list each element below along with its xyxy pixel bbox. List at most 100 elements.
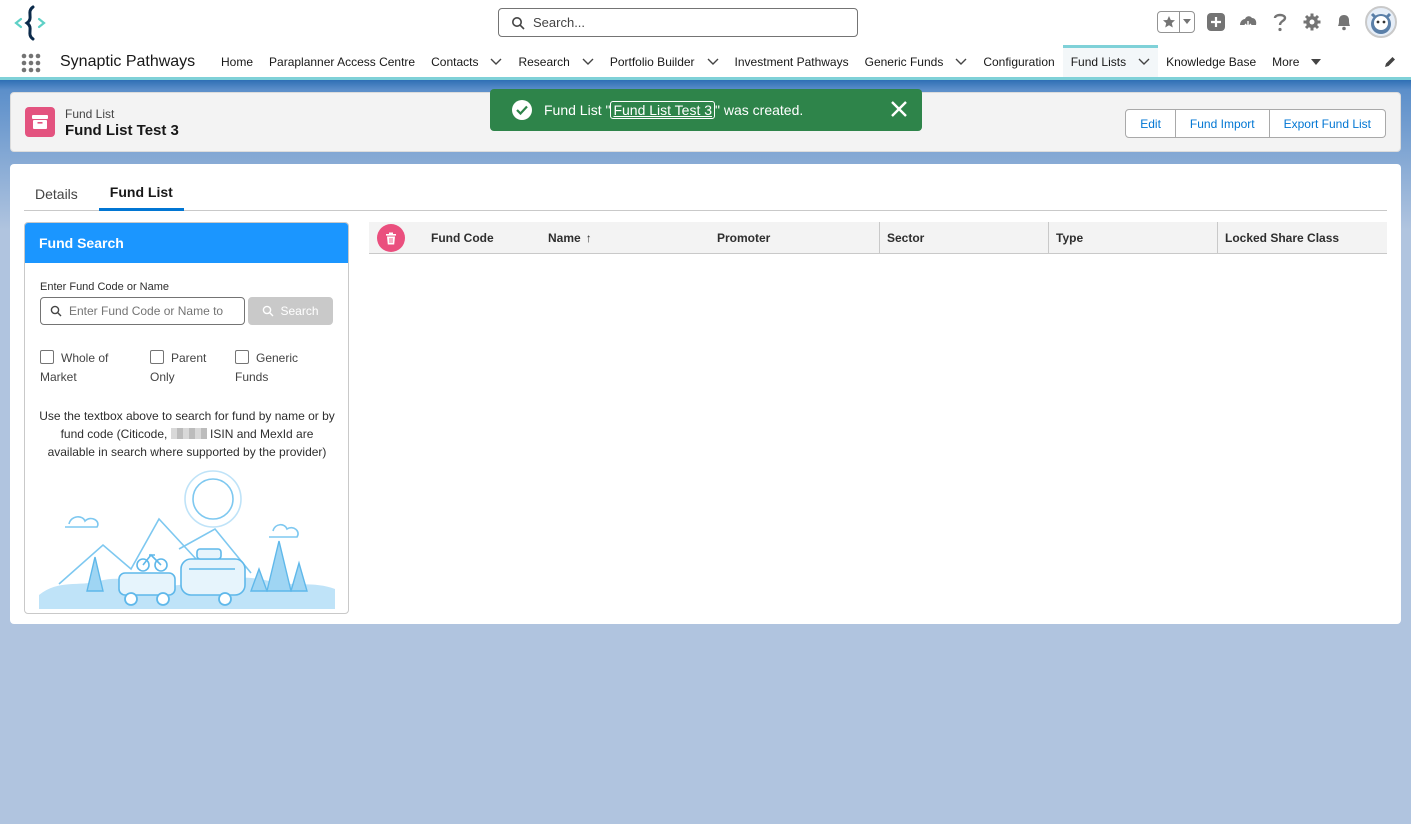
- chevron-down-icon[interactable]: [490, 56, 502, 68]
- column-header-type[interactable]: Type: [1048, 222, 1083, 254]
- chevron-down-icon[interactable]: [955, 56, 967, 68]
- chevron-down-icon[interactable]: [1138, 56, 1150, 68]
- column-header-label: Name: [548, 231, 581, 245]
- nav-item-knowledge-base[interactable]: Knowledge Base: [1158, 46, 1264, 77]
- edit-pencil-icon[interactable]: [1383, 55, 1397, 69]
- app-logo-icon[interactable]: [12, 4, 48, 42]
- chevron-down-icon[interactable]: [707, 56, 719, 68]
- nav-item-investment-pathways[interactable]: Investment Pathways: [727, 46, 857, 77]
- fund-list-record-icon: [25, 107, 55, 137]
- checkbox-box[interactable]: [150, 350, 164, 364]
- fund-search-help-text: Use the textbox above to search for fund…: [39, 407, 335, 461]
- export-fund-list-button[interactable]: Export Fund List: [1269, 109, 1386, 138]
- column-header-label: Type: [1056, 231, 1084, 245]
- help-icon[interactable]: [1269, 11, 1291, 33]
- favorites-button[interactable]: [1157, 11, 1195, 33]
- toast-message: Fund List " Fund List Test 3 " was created…: [544, 101, 803, 119]
- whole-of-market-checkbox[interactable]: Whole of Market: [40, 349, 150, 387]
- notification-bell-icon[interactable]: [1333, 11, 1355, 33]
- redacted-text: [170, 428, 207, 439]
- global-search-placeholder: Search...: [533, 15, 586, 30]
- main-card: Details Fund List Fund Search Enter Fund…: [10, 164, 1401, 624]
- fund-import-button[interactable]: Fund Import: [1175, 109, 1270, 138]
- fund-search-input[interactable]: [69, 304, 239, 318]
- close-icon[interactable]: [890, 100, 908, 118]
- nav-item-label: Investment Pathways: [734, 54, 849, 69]
- checkbox-label: Funds: [235, 370, 269, 384]
- page-title: Fund List Test 3: [65, 122, 179, 139]
- delete-button[interactable]: [377, 224, 405, 252]
- success-check-icon: [512, 100, 532, 120]
- trash-icon: [386, 232, 396, 244]
- column-header-label: Locked Share Class: [1225, 231, 1340, 245]
- empty-state-illustration: [39, 470, 335, 609]
- fund-search-panel: Fund Search Enter Fund Code or Name Sear…: [24, 222, 349, 614]
- nav-items: Home Paraplanner Access Centre Contacts …: [213, 45, 1331, 77]
- setup-gear-icon[interactable]: [1301, 11, 1323, 33]
- nav-item-fund-lists[interactable]: Fund Lists: [1062, 45, 1159, 77]
- global-header: Search...: [0, 0, 1411, 46]
- checkbox-box[interactable]: [235, 350, 249, 364]
- nav-item-label: Generic Funds: [864, 54, 944, 69]
- header-actions: [1157, 6, 1397, 38]
- column-header-label: Sector: [887, 231, 925, 245]
- tab-fund-list[interactable]: Fund List: [98, 176, 184, 211]
- nav-item-label: More: [1272, 54, 1300, 69]
- toast-message-suffix: " was created.: [715, 102, 804, 118]
- app-launcher-icon[interactable]: [21, 53, 41, 73]
- nav-item-label: Contacts: [431, 54, 479, 69]
- record-type-label: Fund List: [65, 107, 115, 121]
- favorites-menu-icon[interactable]: [1180, 19, 1194, 25]
- nav-item-label: Portfolio Builder: [609, 54, 695, 69]
- column-header-locked-share-class[interactable]: Locked Share Class: [1217, 222, 1339, 254]
- nav-item-portfolio-builder[interactable]: Portfolio Builder: [602, 46, 727, 77]
- fund-search-button[interactable]: Search: [248, 297, 333, 325]
- column-header-promoter[interactable]: Promoter: [710, 222, 770, 254]
- checkbox-label: Market: [40, 370, 77, 384]
- search-icon: [263, 305, 274, 317]
- parent-only-checkbox[interactable]: Parent Only: [150, 349, 235, 387]
- avatar[interactable]: [1365, 6, 1397, 38]
- fund-search-title: Fund Search: [25, 223, 348, 263]
- add-icon[interactable]: [1205, 11, 1227, 33]
- fund-search-field-label: Enter Fund Code or Name: [40, 281, 170, 293]
- nav-item-contacts[interactable]: Contacts: [423, 46, 510, 77]
- nav-item-paraplanner-access-centre[interactable]: Paraplanner Access Centre: [261, 46, 423, 77]
- nav-item-more[interactable]: More: [1264, 46, 1331, 77]
- nav-item-generic-funds[interactable]: Generic Funds: [857, 46, 976, 77]
- nav-item-configuration[interactable]: Configuration: [975, 46, 1062, 77]
- record-actions: Edit Fund Import Export Fund List: [1125, 109, 1386, 138]
- fund-search-button-label: Search: [280, 304, 319, 318]
- toast-message-prefix: Fund List ": [544, 102, 611, 118]
- nav-item-research[interactable]: Research: [510, 46, 601, 77]
- checkbox-label: Generic: [256, 351, 299, 365]
- column-header-label: Fund Code: [431, 231, 494, 245]
- checkbox-box[interactable]: [40, 350, 54, 364]
- table-header: Fund Code Name ↑ Promoter Sector Type Loc…: [369, 222, 1387, 254]
- checkbox-label: Only: [150, 370, 175, 384]
- star-icon[interactable]: [1158, 12, 1180, 32]
- edit-button[interactable]: Edit: [1125, 109, 1176, 138]
- global-search-input[interactable]: Search...: [498, 8, 858, 37]
- column-header-fund-code[interactable]: Fund Code: [424, 222, 494, 254]
- nav-item-home[interactable]: Home: [213, 46, 261, 77]
- checkbox-label: Parent: [171, 351, 207, 365]
- fund-search-field[interactable]: [40, 297, 245, 325]
- trailhead-icon[interactable]: [1237, 11, 1259, 33]
- tab-details[interactable]: Details: [24, 176, 89, 211]
- nav-item-label: Paraplanner Access Centre: [269, 54, 416, 69]
- fund-list-table: Fund Code Name ↑ Promoter Sector Type Loc…: [369, 222, 1387, 254]
- chevron-down-icon[interactable]: [582, 56, 594, 68]
- checkbox-label: Whole of: [61, 351, 109, 365]
- app-name: Synaptic Pathways: [60, 53, 196, 70]
- record-tabs: Details Fund List: [24, 176, 1387, 211]
- success-toast: Fund List " Fund List Test 3 " was created…: [490, 89, 922, 131]
- column-header-sector[interactable]: Sector: [879, 222, 924, 254]
- generic-funds-checkbox[interactable]: Generic Funds: [235, 349, 325, 387]
- toast-record-link[interactable]: Fund List Test 3: [610, 101, 716, 119]
- search-icon: [512, 16, 525, 30]
- column-header-label: Promoter: [717, 231, 771, 245]
- nav-item-label: Home: [221, 54, 254, 69]
- column-header-name[interactable]: Name ↑: [541, 222, 592, 254]
- caret-down-icon[interactable]: [1311, 56, 1323, 68]
